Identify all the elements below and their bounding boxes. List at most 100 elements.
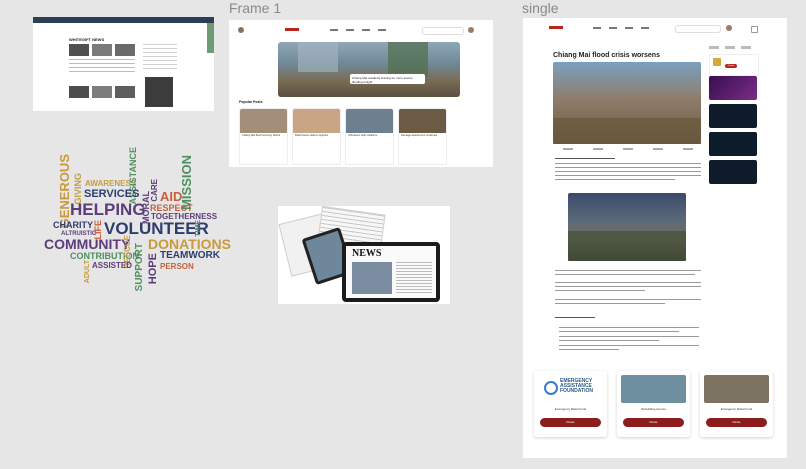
paragraph-line [555,303,665,305]
bullet-line [559,331,679,333]
single-logo[interactable] [549,26,563,29]
news-thumb-1[interactable] [69,44,89,56]
single-search-input[interactable] [675,25,721,33]
tablet-photo [352,262,392,294]
frame1-home-page[interactable]: Chiang Mai residents bracing for more se… [229,20,493,167]
article-meta [563,148,693,150]
word-cloud-image: GENEROUS GIVING AWARENESS ASSISTANCE SER… [44,147,231,297]
photo-crowd [568,231,686,261]
cloud-word: CARE [150,179,159,202]
news-thumb-3[interactable] [115,44,135,56]
cloud-word: TEAMWORK [160,250,220,261]
profile-avatar [713,58,721,66]
paragraph-line [555,167,701,169]
bullet-line [559,349,619,351]
donation-card-image [621,375,686,403]
paragraph-line [555,175,701,177]
cloud-word: CHARITY [53,220,93,230]
frame1-nav-links[interactable] [330,29,392,31]
donation-card-2[interactable]: Rebuilding Homes Donate [617,371,690,437]
cloud-word: ASSISTED [92,261,133,270]
newspapers-photo: NEWS [278,206,450,304]
hero-sky [298,42,338,72]
donation-card-name: Emergency Relief Fund [554,407,587,411]
card-caption: Volunteers help residents [348,134,378,137]
paragraph-line [555,270,701,272]
bullet-line [559,327,699,329]
tablet-screen: NEWS [346,246,436,298]
article-subheading [555,317,595,319]
article-subheading [555,158,615,160]
sidebar-profile-card[interactable]: Donate [709,54,759,76]
cloud-word: ADULT [84,260,91,284]
card-image [399,109,446,133]
emergency-assistance-logo: EMERGENCY ASSISTANCE FOUNDATION [538,375,603,403]
article-title: Chiang Mai flood crisis worsens [553,52,660,59]
cloud-word: AID [160,189,183,204]
frame1-card-2[interactable]: Relief teams deliver supplies [292,108,341,165]
sidebar-tile-4[interactable] [709,160,757,184]
news-thumb-6[interactable] [115,86,135,98]
paragraph-line [555,290,645,292]
donation-card-3[interactable]: Emergency Relief Fund Donate [700,371,773,437]
card-image [293,109,340,133]
frame-label-single[interactable]: single [522,0,559,16]
article-volunteers-photo [568,193,686,261]
cloud-word: DONATIONS [148,236,231,252]
donation-card-name: Emergency Relief Fund [720,407,753,411]
frame1-search-input[interactable] [422,27,464,35]
frame1-logo[interactable] [285,28,299,31]
donate-button[interactable]: Donate [540,418,601,427]
card-caption: Chiang Mai flood recovery efforts [242,134,281,137]
news-brand: WHITEGIFT NEWS [69,37,105,42]
cloud-word: TIME [195,220,202,237]
cloud-word: SUPPORT [134,243,145,292]
cloud-word: HELPING [70,200,146,219]
donate-button[interactable]: Donate [623,418,684,427]
frame-label-frame1[interactable]: Frame 1 [229,0,281,16]
frame1-card-3[interactable]: Volunteers help residents [345,108,394,165]
paragraph-line [555,171,701,173]
card-caption: Relief teams deliver supplies [295,134,329,137]
single-article-page[interactable]: Chiang Mai flood crisis worsens Donate E… [523,18,787,458]
donation-card-name: Rebuilding Homes [641,407,666,411]
single-user-avatar[interactable] [726,25,732,31]
article-hero-image [553,62,701,144]
cloud-word: SERVICES [84,188,140,200]
sidebar-donate-button[interactable]: Donate [725,64,737,68]
cloud-word: VOLUNTEER [104,219,209,238]
donate-button[interactable]: Donate [706,418,767,427]
news-thumb-4[interactable] [69,86,89,98]
news-magazine-cover[interactable] [145,77,173,107]
cloud-word: PERSON [160,262,194,271]
donation-card-1[interactable]: EMERGENCY ASSISTANCE FOUNDATION Emergenc… [534,371,607,437]
menu-icon[interactable] [751,26,758,33]
foundation-emblem-icon [544,381,558,395]
tablet-text [396,262,432,294]
sidebar-tile-3[interactable] [709,132,757,156]
sidebar-tabs[interactable] [709,46,757,49]
paragraph-line [555,274,695,276]
news-text-block-1 [69,59,135,75]
paragraph-line [555,179,675,181]
card-image [240,109,287,133]
bullet-line [559,345,699,347]
frame1-section-title: Popular Posts [239,100,263,104]
paragraph-line [555,299,701,301]
single-nav-links[interactable] [593,27,653,29]
flood-water [553,118,701,144]
news-thumb-5[interactable] [92,86,112,98]
frame1-avatar[interactable] [238,27,244,33]
card-image [346,109,393,133]
sidebar-tile-2[interactable] [709,104,757,128]
frame1-user-avatar[interactable] [468,27,474,33]
news-thumb-2[interactable] [92,44,112,56]
news-site-frame[interactable]: WHITEGIFT NEWS [33,17,214,111]
paragraph-line [555,282,701,284]
news-side-text [143,44,177,72]
sidebar-tile-1[interactable] [709,76,757,100]
frame1-card-4[interactable]: Damage assessment continues [398,108,447,165]
frame1-hero-image[interactable] [278,42,460,97]
tablet-masthead: NEWS [352,248,382,259]
frame1-card-1[interactable]: Chiang Mai flood recovery efforts [239,108,288,165]
